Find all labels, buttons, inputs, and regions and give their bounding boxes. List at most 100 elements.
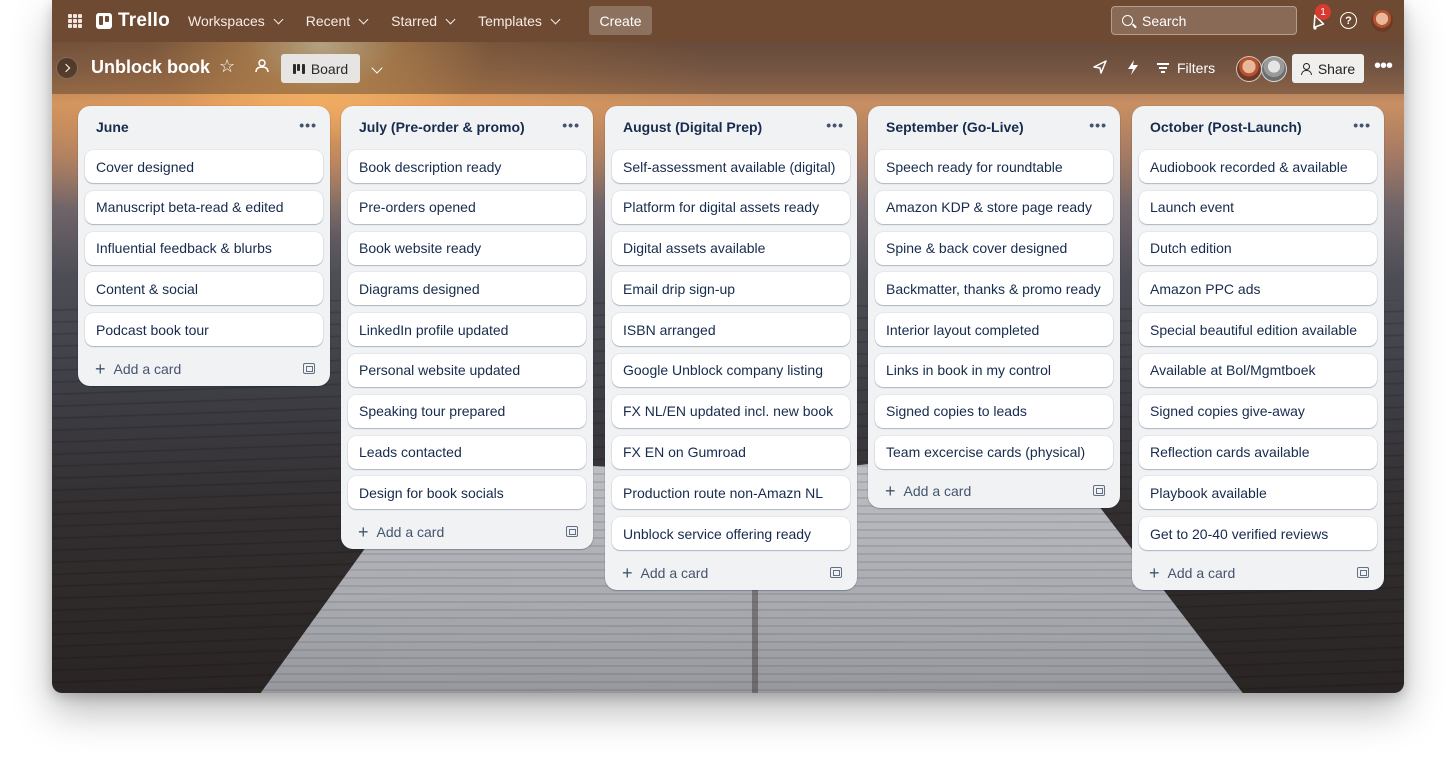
trello-logo[interactable]: Trello (96, 10, 170, 32)
card[interactable]: Available at Bol/Mgmtboek (1139, 353, 1377, 387)
list-header[interactable]: July (Pre-order & promo) ••• (341, 106, 593, 148)
search-icon (1122, 15, 1133, 26)
list-title[interactable]: September (Go-Live) (886, 119, 1024, 135)
user-avatar[interactable] (1371, 10, 1393, 32)
board-title[interactable]: Unblock book (91, 57, 210, 78)
card[interactable]: Influential feedback & blurbs (85, 231, 323, 265)
list-title[interactable]: October (Post-Launch) (1150, 119, 1302, 135)
list-menu-icon[interactable]: ••• (1089, 118, 1107, 132)
help-icon[interactable]: ? (1340, 12, 1357, 29)
create-button[interactable]: Create (589, 6, 652, 35)
board-view-button[interactable]: Board (281, 54, 360, 83)
card[interactable]: Interior layout completed (875, 313, 1113, 347)
card[interactable]: Unblock service offering ready (612, 517, 850, 551)
card[interactable]: LinkedIn profile updated (348, 313, 586, 347)
card[interactable]: Audiobook recorded & available (1139, 150, 1377, 183)
card[interactable]: Links in book in my control (875, 353, 1113, 387)
card[interactable]: Pre-orders opened (348, 190, 586, 224)
add-card-button[interactable]: + Add a card (868, 474, 1120, 508)
add-card-button[interactable]: + Add a card (605, 556, 857, 590)
card[interactable]: Dutch edition (1139, 231, 1377, 265)
card[interactable]: FX EN on Gumroad (612, 435, 850, 469)
card[interactable]: FX NL/EN updated incl. new book (612, 394, 850, 428)
list-menu-icon[interactable]: ••• (299, 118, 317, 132)
card-list: Self-assessment available (digital) Plat… (605, 148, 857, 551)
card-template-icon[interactable] (1093, 485, 1105, 497)
card-template-icon[interactable] (830, 566, 842, 578)
search-input[interactable]: Search (1111, 6, 1297, 35)
power-ups-icon[interactable] (1092, 59, 1108, 75)
card[interactable]: Signed copies give-away (1139, 394, 1377, 428)
card[interactable]: Speaking tour prepared (348, 394, 586, 428)
nav-templates[interactable]: Templates (466, 5, 571, 37)
member-avatar[interactable] (1236, 56, 1262, 82)
card[interactable]: Signed copies to leads (875, 394, 1113, 428)
list-menu-icon[interactable]: ••• (562, 118, 580, 132)
card[interactable]: Personal website updated (348, 353, 586, 387)
card[interactable]: Book website ready (348, 231, 586, 265)
card[interactable]: Diagrams designed (348, 272, 586, 306)
trello-logo-icon (96, 13, 112, 29)
list-menu-icon[interactable]: ••• (826, 118, 844, 132)
star-icon[interactable]: ☆ (219, 57, 235, 75)
list-title[interactable]: July (Pre-order & promo) (359, 119, 525, 135)
card[interactable]: Google Unblock company listing (612, 353, 850, 387)
list-july: July (Pre-order & promo) ••• Book descri… (341, 106, 593, 550)
card[interactable]: Cover designed (85, 150, 323, 183)
views-chevron-down-icon[interactable] (371, 62, 383, 74)
more-options-icon[interactable]: ••• (1374, 56, 1393, 76)
card[interactable]: ISBN arranged (612, 313, 850, 347)
card[interactable]: Launch event (1139, 190, 1377, 224)
list-title[interactable]: June (96, 119, 129, 135)
card[interactable]: Amazon KDP & store page ready (875, 190, 1113, 224)
card[interactable]: Reflection cards available (1139, 435, 1377, 469)
card[interactable]: Leads contacted (348, 435, 586, 469)
card[interactable]: Design for book socials (348, 476, 586, 510)
share-button[interactable]: Share (1292, 54, 1364, 83)
filters-label: Filters (1177, 60, 1216, 76)
card[interactable]: Manuscript beta-read & edited (85, 190, 323, 224)
card[interactable]: Podcast book tour (85, 313, 323, 347)
card[interactable]: Speech ready for roundtable (875, 150, 1113, 183)
card-template-icon[interactable] (303, 362, 315, 374)
add-card-button[interactable]: + Add a card (78, 352, 330, 386)
sidebar-expand-button[interactable] (56, 57, 78, 79)
plus-icon: + (885, 481, 896, 502)
card[interactable]: Special beautiful edition available (1139, 313, 1377, 347)
card[interactable]: Email drip sign-up (612, 272, 850, 306)
list-header[interactable]: June ••• (78, 106, 330, 148)
list-header[interactable]: October (Post-Launch) ••• (1132, 106, 1384, 148)
add-card-label: Add a card (376, 524, 445, 541)
nav-recent[interactable]: Recent (294, 5, 379, 37)
list-menu-icon[interactable]: ••• (1353, 118, 1371, 132)
add-card-button[interactable]: + Add a card (1132, 556, 1384, 590)
card-template-icon[interactable] (566, 526, 578, 538)
list-title[interactable]: August (Digital Prep) (623, 119, 762, 135)
card[interactable]: Production route non-Amazn NL (612, 476, 850, 510)
card[interactable]: Playbook available (1139, 476, 1377, 510)
card[interactable]: Backmatter, thanks & promo ready (875, 272, 1113, 306)
add-card-button[interactable]: + Add a card (341, 515, 593, 549)
card[interactable]: Team excercise cards (physical) (875, 435, 1113, 469)
list-header[interactable]: September (Go-Live) ••• (868, 106, 1120, 148)
app-switcher-icon[interactable] (68, 14, 82, 28)
nav-workspaces[interactable]: Workspaces (176, 5, 294, 37)
list-header[interactable]: August (Digital Prep) ••• (605, 106, 857, 148)
card[interactable]: Get to 20-40 verified reviews (1139, 517, 1377, 551)
card[interactable]: Book description ready (348, 150, 586, 183)
filters-button[interactable]: Filters (1157, 56, 1215, 80)
card[interactable]: Spine & back cover designed (875, 231, 1113, 265)
member-avatar[interactable] (1261, 56, 1287, 82)
card-template-icon[interactable] (1357, 566, 1369, 578)
search-placeholder: Search (1142, 12, 1187, 29)
card[interactable]: Digital assets available (612, 231, 850, 265)
logo-text: Trello (118, 10, 170, 31)
card[interactable]: Self-assessment available (digital) (612, 150, 850, 183)
card[interactable]: Platform for digital assets ready (612, 190, 850, 224)
automation-bolt-icon[interactable] (1126, 59, 1140, 76)
workspace-visibility-icon[interactable] (254, 58, 270, 74)
card[interactable]: Amazon PPC ads (1139, 272, 1377, 306)
card[interactable]: Content & social (85, 272, 323, 306)
nav-starred[interactable]: Starred (379, 5, 466, 37)
card-list: Speech ready for roundtable Amazon KDP &… (868, 148, 1120, 469)
